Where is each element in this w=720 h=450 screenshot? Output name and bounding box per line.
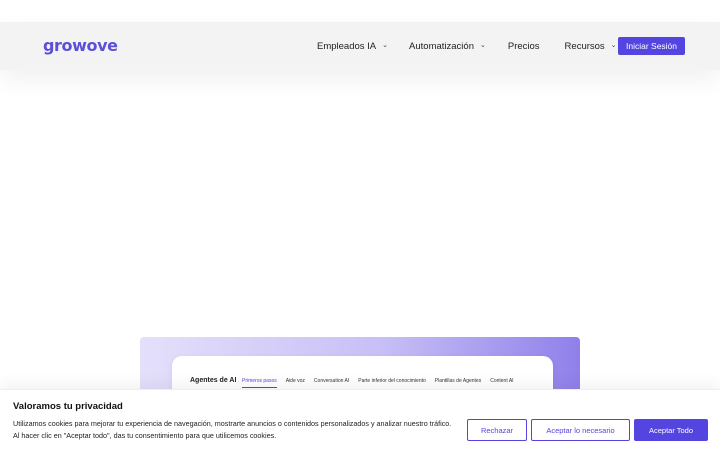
accept-all-button[interactable]: Aceptar Todo — [634, 419, 708, 441]
nav-item-precios[interactable]: Precios — [508, 41, 540, 52]
chevron-down-icon: ⌄ — [382, 42, 389, 49]
preview-tab-aide-voz: Aide voz — [285, 378, 305, 384]
login-button[interactable]: Iniciar Sesión — [618, 37, 685, 55]
site-header: growove Empleados IA ⌄ Automatización ⌄ … — [0, 22, 720, 70]
nav-item-label: Recursos — [564, 40, 605, 52]
reject-button[interactable]: Rechazar — [467, 419, 527, 441]
preview-tab-plantillas: Plantillas de Agentes — [434, 378, 482, 384]
page: growove Empleados IA ⌄ Automatización ⌄ … — [0, 0, 720, 450]
nav-item-recursos[interactable]: Recursos ⌄ — [565, 41, 617, 52]
preview-tabs: Primeros pasos Aide voz Conversation AI … — [242, 378, 514, 388]
chevron-down-icon: ⌄ — [479, 42, 486, 49]
nav-item-automatizacion[interactable]: Automatización ⌄ — [409, 41, 486, 52]
cookie-title: Valoramos tu privacidad — [13, 401, 123, 412]
product-preview: Agentes de AI Primeros pasos Aide voz Co… — [140, 337, 580, 397]
nav-item-label: Precios — [507, 40, 540, 52]
preview-tab-content-ai: Content AI — [490, 378, 514, 384]
cookie-banner: Valoramos tu privacidad Utilizamos cooki… — [0, 389, 720, 450]
nav-item-label: Empleados IA — [317, 40, 377, 52]
preview-title: Agentes de AI — [190, 377, 237, 384]
nav-item-label: Automatización — [409, 40, 474, 52]
cookie-text: Utilizamos cookies para mejorar tu exper… — [13, 419, 452, 440]
accept-necessary-button[interactable]: Aceptar lo necesario — [531, 419, 630, 441]
preview-tab-primeros-pasos: Primeros pasos — [242, 378, 277, 388]
preview-tab-knowledge: Parte inferior del conocimiento — [358, 378, 426, 384]
chevron-down-icon: ⌄ — [610, 42, 617, 49]
nav-item-empleados-ia[interactable]: Empleados IA ⌄ — [317, 41, 388, 52]
main-nav: Empleados IA ⌄ Automatización ⌄ Precios … — [317, 22, 617, 70]
growove-logo[interactable]: growove — [43, 36, 118, 55]
preview-tab-conversation-ai: Conversation AI — [313, 378, 350, 384]
